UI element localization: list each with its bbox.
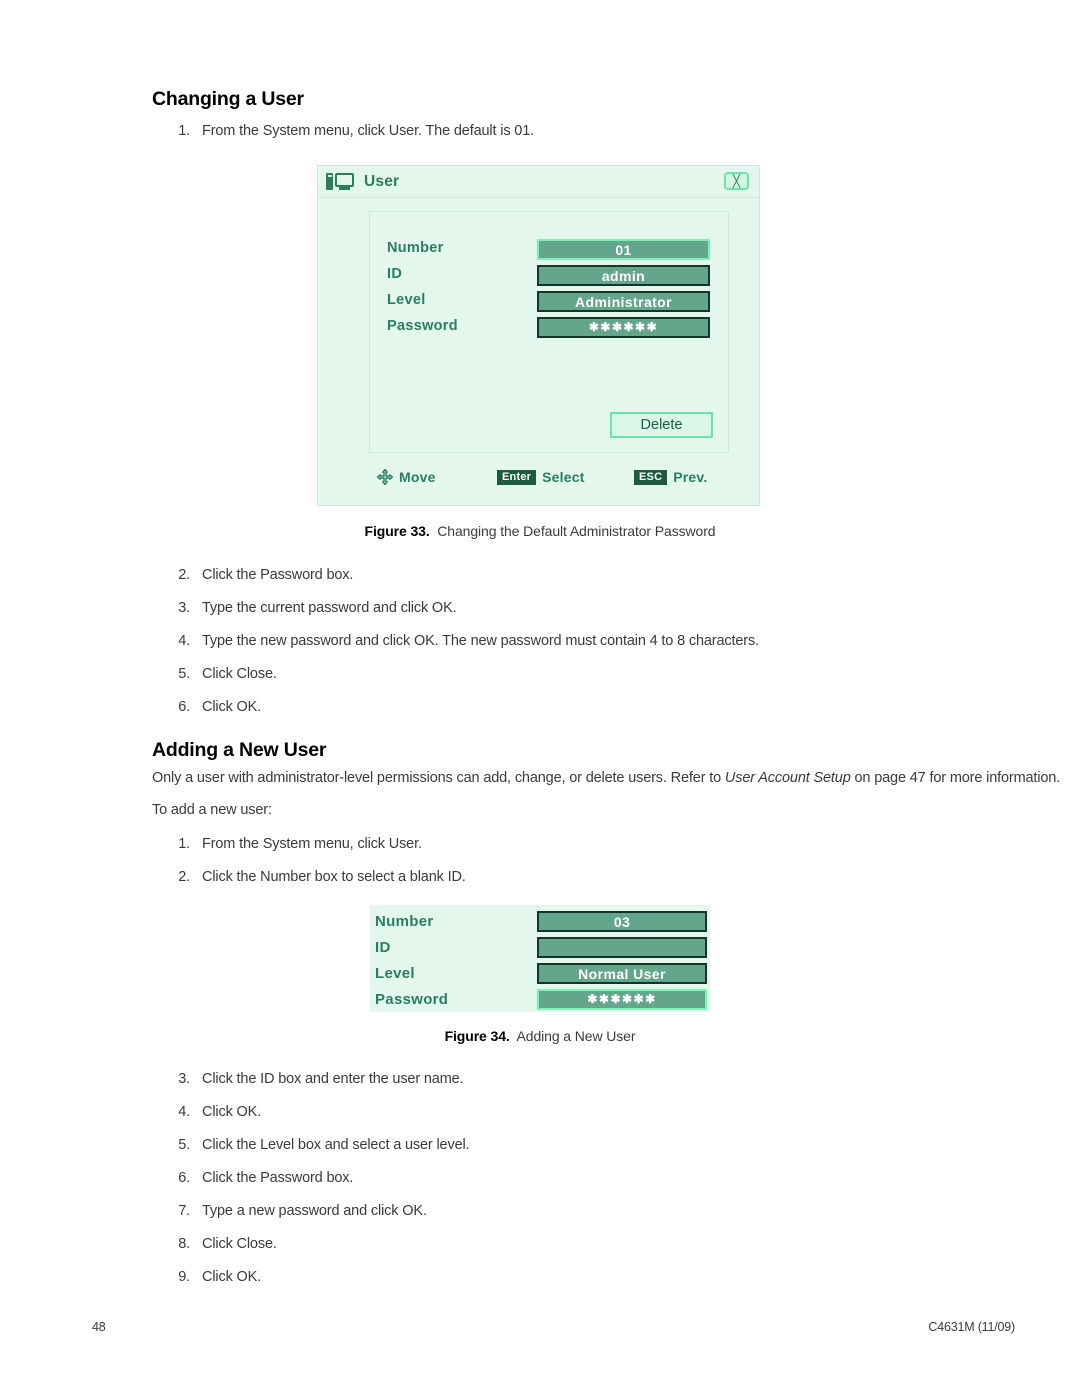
page-number: 48 xyxy=(92,1320,106,1334)
page-title-changing-a-user: Changing a User xyxy=(152,88,304,110)
field-row-level: Level Normal User xyxy=(370,963,710,989)
esc-key-badge: ESC xyxy=(634,469,668,485)
list-item-text: Click the Password box. xyxy=(202,567,354,583)
intro-text-before: Only a user with administrator-level per… xyxy=(152,770,725,786)
enter-key-badge: Enter xyxy=(497,469,537,485)
list-item-text: Click Close. xyxy=(202,666,277,682)
field-row-id: ID admin xyxy=(370,265,728,288)
list-item-number: 2. xyxy=(178,869,190,885)
field-row-password: Password ✱✱✱✱✱✱ xyxy=(370,317,728,340)
list-item-number: 3. xyxy=(178,600,190,616)
list-item-text: Click the Number box to select a blank I… xyxy=(202,869,466,885)
number-field[interactable]: 03 xyxy=(537,911,707,932)
field-label: ID xyxy=(387,266,403,282)
hint-prev: ESC Prev. xyxy=(634,469,707,485)
computer-icon xyxy=(326,172,356,192)
intro-text-after: on page 47 for more information. xyxy=(850,770,1061,786)
list-item-number: 2. xyxy=(178,567,190,583)
list-item-text: Click the ID box and enter the user name… xyxy=(202,1071,464,1087)
hint-select: Enter Select xyxy=(497,469,585,485)
list-item-text: Type the new password and click OK. The … xyxy=(202,633,759,649)
list-item-number: 1. xyxy=(178,836,190,852)
user-fields-panel: Number 01 ID admin Level Administrator P… xyxy=(369,211,729,453)
adding-user-intro: Only a user with administrator-level per… xyxy=(152,769,1060,787)
delete-button[interactable]: Delete xyxy=(610,412,713,438)
field-row-number: Number 03 xyxy=(370,911,710,937)
list-item-number: 8. xyxy=(178,1236,190,1252)
list-item-number: 3. xyxy=(178,1071,190,1087)
field-label: Level xyxy=(375,965,415,982)
id-field[interactable] xyxy=(537,937,707,958)
document-page: Changing a User 1. From the System menu,… xyxy=(0,0,1080,1397)
figure-33-label: Figure 33. xyxy=(364,523,430,539)
hint-move: Move xyxy=(377,469,436,485)
field-label: Number xyxy=(387,240,444,256)
figure-33-caption: Figure 33. Changing the Default Administ… xyxy=(0,523,1080,539)
page-title-adding-a-new-user: Adding a New User xyxy=(152,739,327,761)
list-item-number: 9. xyxy=(178,1269,190,1285)
field-label: Number xyxy=(375,913,434,930)
list-item-number: 6. xyxy=(178,699,190,715)
figure-34-label: Figure 34. xyxy=(444,1028,510,1044)
list-item-text: Type a new password and click OK. xyxy=(202,1203,427,1219)
list-item-number: 1. xyxy=(178,123,190,139)
password-field[interactable]: ✱✱✱✱✱✱ xyxy=(537,317,710,338)
id-field[interactable]: admin xyxy=(537,265,710,286)
new-user-fields-panel: Number 03 ID Level Normal User Password … xyxy=(370,905,710,1012)
number-field[interactable]: 01 xyxy=(537,239,710,260)
dpad-icon xyxy=(377,469,393,485)
field-row-number: Number 01 xyxy=(370,239,728,262)
figure-34-title: Adding a New User xyxy=(516,1028,636,1044)
list-item-text: Click the Level box and select a user le… xyxy=(202,1137,470,1153)
intro-text-italic: User Account Setup xyxy=(724,770,851,786)
close-icon[interactable]: ╳ xyxy=(724,172,749,190)
list-item-text: Click OK. xyxy=(202,699,262,715)
dialog-hint-bar: Move Enter Select ESC Prev. xyxy=(369,469,729,491)
list-item-number: 5. xyxy=(178,666,190,682)
dialog-titlebar: User ╳ xyxy=(318,166,759,198)
list-item-number: 7. xyxy=(178,1203,190,1219)
level-field[interactable]: Administrator xyxy=(537,291,710,312)
list-item-number: 4. xyxy=(178,1104,190,1120)
list-item-text: Click OK. xyxy=(202,1104,262,1120)
field-label: Password xyxy=(375,991,449,1008)
list-item-text: Click OK. xyxy=(202,1269,262,1285)
dialog-title: User xyxy=(364,172,400,190)
field-row-level: Level Administrator xyxy=(370,291,728,314)
list-item-text: Type the current password and click OK. xyxy=(202,600,457,616)
hint-move-label: Move xyxy=(399,469,436,485)
field-row-id: ID xyxy=(370,937,710,963)
list-item-number: 5. xyxy=(178,1137,190,1153)
document-id: C4631M (11/09) xyxy=(928,1320,1015,1334)
hint-select-label: Select xyxy=(542,469,585,485)
field-label: Level xyxy=(387,292,426,308)
list-item-text: From the System menu, click User. The de… xyxy=(202,123,535,139)
list-item-number: 6. xyxy=(178,1170,190,1186)
field-label: Password xyxy=(387,318,458,334)
list-item-text: From the System menu, click User. xyxy=(202,836,422,852)
password-field[interactable]: ✱✱✱✱✱✱ xyxy=(537,989,707,1010)
field-label: ID xyxy=(375,939,391,956)
list-item-text: Click the Password box. xyxy=(202,1170,354,1186)
list-item-text: Click Close. xyxy=(202,1236,277,1252)
hint-prev-label: Prev. xyxy=(673,469,708,485)
adding-user-leadin: To add a new user: xyxy=(152,802,272,818)
user-dialog: User ╳ Number 01 ID admin Level Administ… xyxy=(317,165,760,506)
field-row-password: Password ✱✱✱✱✱✱ xyxy=(370,989,710,1015)
figure-34-caption: Figure 34. Adding a New User xyxy=(0,1028,1080,1044)
list-item-number: 4. xyxy=(178,633,190,649)
level-field[interactable]: Normal User xyxy=(537,963,707,984)
figure-33-title: Changing the Default Administrator Passw… xyxy=(437,523,716,539)
